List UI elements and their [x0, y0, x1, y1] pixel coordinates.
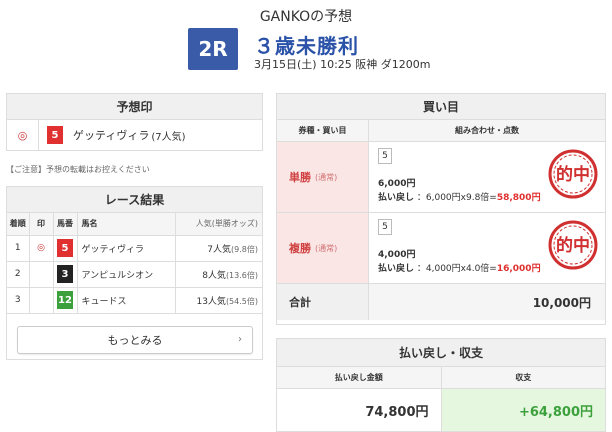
number-cell: 3 — [53, 261, 78, 288]
total-row: 合計 10,000円 — [277, 284, 605, 320]
bet-amount: 4,000円 — [378, 250, 416, 260]
horse-name-cell[interactable]: アンピュルシオン — [77, 261, 177, 288]
hit-stamp-icon: 的中 — [548, 149, 598, 199]
bet-amount: 6,000円 — [378, 179, 416, 189]
table-row: 1 ◎ 5 ゲッティヴィラ 7人気(9.8倍) — [7, 235, 262, 262]
table-row: 3 12 キュードス 13人気(54.5倍) — [7, 287, 262, 314]
win-odds: (54.5倍) — [225, 296, 258, 306]
payout-values-row: 74,800円 +64,800円 — [277, 389, 605, 431]
col-mark: 印 — [29, 213, 54, 236]
col-combination: 組み合わせ・点数 — [455, 126, 519, 135]
col-horse-name: 馬名 — [77, 213, 177, 236]
popularity-cell: 7人気(9.8倍) — [175, 235, 262, 262]
bets-title: 買い目 — [277, 94, 605, 120]
mark-cell: ◎ — [29, 235, 54, 262]
show-more-button[interactable]: もっとみる › — [17, 326, 253, 354]
payout-calc: ：6,000円x9.8倍= — [416, 193, 497, 203]
balance-value: +64,800円 — [441, 389, 605, 431]
race-info: 3月15日(土) 10:25 阪神 ダ1200m — [254, 58, 431, 71]
horse-number-badge: 5 — [47, 126, 63, 144]
col-bet-type: 券種・買い目 — [277, 120, 369, 141]
number-cell: 12 — [53, 287, 78, 314]
popularity-rank: 7人気 — [207, 244, 232, 255]
popularity-cell: 8人気(13.6倍) — [175, 261, 262, 288]
total-value: 10,000円 — [369, 284, 605, 320]
bet-horse-number: 5 — [378, 219, 392, 235]
mark-cell — [29, 287, 54, 314]
win-odds: (13.6倍) — [225, 270, 258, 280]
bets-panel: 買い目 券種・買い目 組み合わせ・点数 単勝 (通常) 5 6,000円 払い戻… — [276, 93, 606, 325]
popularity-cell: 13人気(54.5倍) — [175, 287, 262, 314]
horse-name-cell[interactable]: キュードス — [77, 287, 177, 314]
bet-type-cell: 単勝 (通常) — [277, 142, 369, 212]
horse-name-cell[interactable]: ゲッティヴィラ — [77, 235, 177, 262]
payout-result: 16,000円 — [496, 264, 541, 274]
race-results-panel: レース結果 着順 印 馬番 馬名 人気(単勝オッズ) 1 ◎ 5 ゲッティヴィラ… — [6, 186, 263, 360]
prediction-panel: 予想印 ◎ 5 ゲッティヴィラ (7人気) — [6, 93, 263, 151]
hit-stamp-icon: 的中 — [548, 220, 598, 270]
bet-row-win: 単勝 (通常) 5 6,000円 払い戻し ：6,000円x9.8倍=58,80… — [277, 142, 605, 213]
bet-type-label: 単勝 — [289, 171, 311, 184]
race-number-badge: 2R — [188, 28, 238, 70]
payout-label: 払い戻し — [378, 264, 415, 274]
prediction-popularity: (7人気) — [151, 131, 186, 143]
payout-panel: 払い戻し・収支 払い戻し金額 収支 74,800円 +64,800円 — [276, 338, 606, 432]
horse-number-badge: 5 — [57, 239, 73, 257]
results-table: 着順 印 馬番 馬名 人気(単勝オッズ) 1 ◎ 5 ゲッティヴィラ 7人気(9… — [7, 213, 262, 314]
payout-label: 払い戻し — [378, 193, 415, 203]
hit-stamp-text: 的中 — [556, 164, 590, 185]
bets-header-row: 券種・買い目 組み合わせ・点数 — [277, 120, 605, 142]
payout-title: 払い戻し・収支 — [277, 339, 605, 367]
bet-type-label: 複勝 — [289, 242, 311, 255]
payout-calc: ：4,000円x4.0倍= — [416, 264, 497, 274]
table-row: 2 3 アンピュルシオン 8人気(13.6倍) — [7, 261, 262, 288]
number-cell: 5 — [53, 235, 78, 262]
bet-type-cell: 複勝 (通常) — [277, 213, 369, 283]
honmei-mark-icon: ◎ — [7, 120, 39, 150]
bet-detail-cell: 5 4,000円 払い戻し ：4,000円x4.0倍=16,000円 的中 — [369, 213, 605, 283]
prediction-title: 予想印 — [7, 94, 262, 120]
rank-cell: 3 — [7, 287, 30, 314]
col-number: 馬番 — [53, 213, 78, 236]
predictor-name: GANKOの予想 — [259, 9, 353, 25]
bet-payout: 払い戻し ：4,000円x4.0倍=16,000円 — [378, 261, 541, 274]
prediction-row: ◎ 5 ゲッティヴィラ (7人気) — [7, 120, 262, 150]
results-title: レース結果 — [7, 187, 262, 213]
horse-number-badge: 12 — [57, 291, 73, 309]
hit-stamp-text: 的中 — [556, 235, 590, 256]
rank-cell: 1 — [7, 235, 30, 262]
col-popularity: 人気(単勝オッズ) — [175, 213, 262, 236]
return-value: 74,800円 — [277, 389, 442, 431]
bet-subtype: (通常) — [315, 172, 338, 182]
payout-header-row: 払い戻し金額 収支 — [277, 367, 605, 389]
bet-row-place: 複勝 (通常) 5 4,000円 払い戻し ：4,000円x4.0倍=16,00… — [277, 213, 605, 284]
popularity-rank: 13人気 — [196, 296, 226, 307]
col-return: 払い戻し金額 — [277, 367, 442, 388]
bet-detail-cell: 5 6,000円 払い戻し ：6,000円x9.8倍=58,800円 的中 — [369, 142, 605, 212]
bet-subtype: (通常) — [315, 243, 338, 253]
chevron-right-icon: › — [238, 334, 242, 345]
repost-notice: 【ご注意】予想の転載はお控えください — [6, 165, 150, 174]
payout-result: 58,800円 — [496, 193, 541, 203]
col-rank: 着順 — [7, 213, 30, 236]
prediction-horse-name[interactable]: ゲッティヴィラ — [73, 127, 149, 143]
win-odds: (9.8倍) — [231, 244, 258, 254]
results-header-row: 着順 印 馬番 馬名 人気(単勝オッズ) — [7, 213, 262, 236]
bet-payout: 払い戻し ：6,000円x9.8倍=58,800円 — [378, 190, 541, 203]
mark-cell — [29, 261, 54, 288]
bet-horse-number: 5 — [378, 148, 392, 164]
show-more-label: もっとみる — [107, 334, 163, 347]
horse-number-badge: 3 — [57, 265, 73, 283]
popularity-rank: 8人気 — [202, 270, 226, 281]
race-title: ３歳未勝利 — [254, 34, 359, 58]
rank-cell: 2 — [7, 261, 30, 288]
total-label: 合計 — [277, 284, 369, 320]
col-balance: 収支 — [515, 373, 532, 382]
